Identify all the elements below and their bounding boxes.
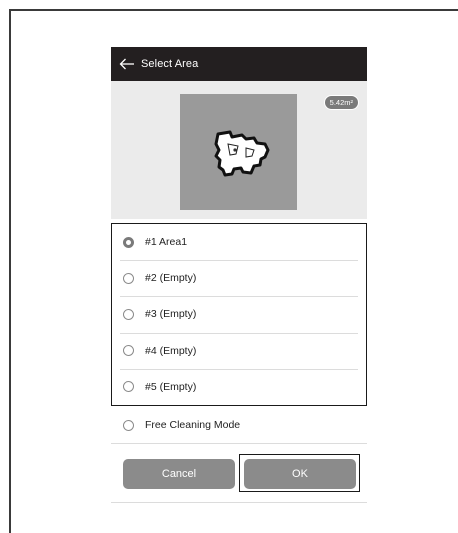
list-item-area-4[interactable]: #4 (Empty) bbox=[112, 332, 366, 369]
cancel-button[interactable]: Cancel bbox=[123, 459, 235, 489]
frame-top-line bbox=[9, 9, 458, 11]
radio-icon[interactable] bbox=[123, 381, 134, 393]
radio-icon[interactable] bbox=[123, 419, 134, 431]
list-item-area-3[interactable]: #3 (Empty) bbox=[112, 296, 366, 332]
select-area-screen: Select Area 5.42m² #1 Area1 #2 (Empty) #… bbox=[111, 47, 367, 507]
cleaning-map[interactable] bbox=[180, 94, 297, 210]
ok-button[interactable]: OK bbox=[244, 459, 356, 489]
arrow-left-icon[interactable] bbox=[119, 57, 135, 71]
free-cleaning-mode-option[interactable]: Free Cleaning Mode bbox=[111, 407, 367, 444]
area-label: #2 (Empty) bbox=[145, 272, 197, 285]
frame-left-line bbox=[9, 9, 11, 533]
page-title: Select Area bbox=[141, 58, 199, 70]
divider bbox=[111, 502, 367, 503]
radio-selected-icon[interactable] bbox=[123, 236, 134, 248]
radio-icon[interactable] bbox=[123, 345, 134, 357]
floor-plan-icon bbox=[214, 130, 270, 177]
area-list: #1 Area1 #2 (Empty) #3 (Empty) #4 (Empty… bbox=[111, 223, 367, 406]
list-item-area-5[interactable]: #5 (Empty) bbox=[112, 368, 366, 405]
title-bar: Select Area bbox=[111, 47, 367, 81]
list-item-area-2[interactable]: #2 (Empty) bbox=[112, 260, 366, 296]
area-label: #5 (Empty) bbox=[145, 380, 197, 393]
area-label: #1 Area1 bbox=[145, 236, 188, 249]
area-size-badge: 5.42m² bbox=[323, 95, 359, 110]
free-cleaning-mode-label: Free Cleaning Mode bbox=[145, 419, 241, 431]
radio-icon[interactable] bbox=[123, 308, 134, 320]
list-item-area-1[interactable]: #1 Area1 bbox=[112, 224, 366, 260]
area-label: #4 (Empty) bbox=[145, 344, 197, 357]
map-panel: 5.42m² bbox=[111, 81, 367, 219]
area-label: #3 (Empty) bbox=[145, 308, 197, 321]
radio-icon[interactable] bbox=[123, 272, 134, 284]
